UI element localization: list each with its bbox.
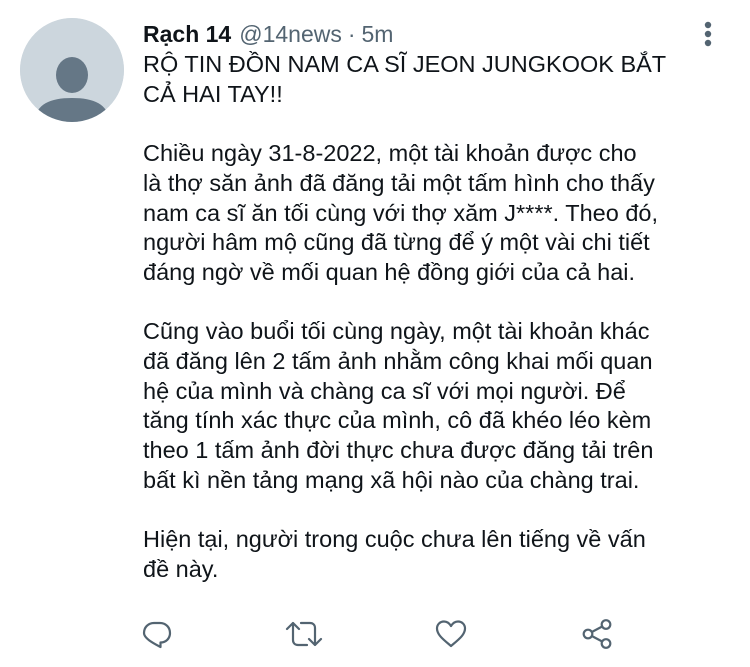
reply-button[interactable] <box>137 614 177 654</box>
display-name[interactable]: Rạch 14 <box>143 21 231 48</box>
retweet-icon <box>285 621 323 647</box>
tweet-actions <box>0 614 750 654</box>
reply-icon <box>142 621 172 649</box>
retweet-button[interactable] <box>284 614 324 654</box>
timestamp[interactable]: 5m <box>362 21 394 48</box>
separator-dot: · <box>347 20 356 47</box>
default-avatar-icon[interactable] <box>20 18 124 122</box>
like-button[interactable] <box>431 614 471 654</box>
share-icon <box>582 619 612 649</box>
tweet-text: RỘ TIN ĐỒN NAM CA SĨ JEON JUNGKOOK BẮT C… <box>143 50 733 585</box>
tweet-paragraph: Chiều ngày 31-8-2022, một tài khoản được… <box>143 140 659 285</box>
share-button[interactable] <box>577 614 617 654</box>
tweet-paragraph: Hiện tại, người trong cuộc chưa lên tiến… <box>143 526 646 582</box>
tweet-headline: RỘ TIN ĐỒN NAM CA SĨ JEON JUNGKOOK BẮT C… <box>143 51 667 107</box>
tweet-header: Rạch 14 @14news · 5m <box>143 18 393 50</box>
heart-icon <box>435 620 467 648</box>
tweet[interactable]: Rạch 14 @14news · 5m RỘ TIN ĐỒN NAM CA S… <box>0 0 750 667</box>
more-vertical-icon[interactable] <box>696 18 720 50</box>
tweet-paragraph: Cũng vào buổi tối cùng ngày, một tài kho… <box>143 318 654 493</box>
user-handle[interactable]: @14news <box>239 21 342 48</box>
